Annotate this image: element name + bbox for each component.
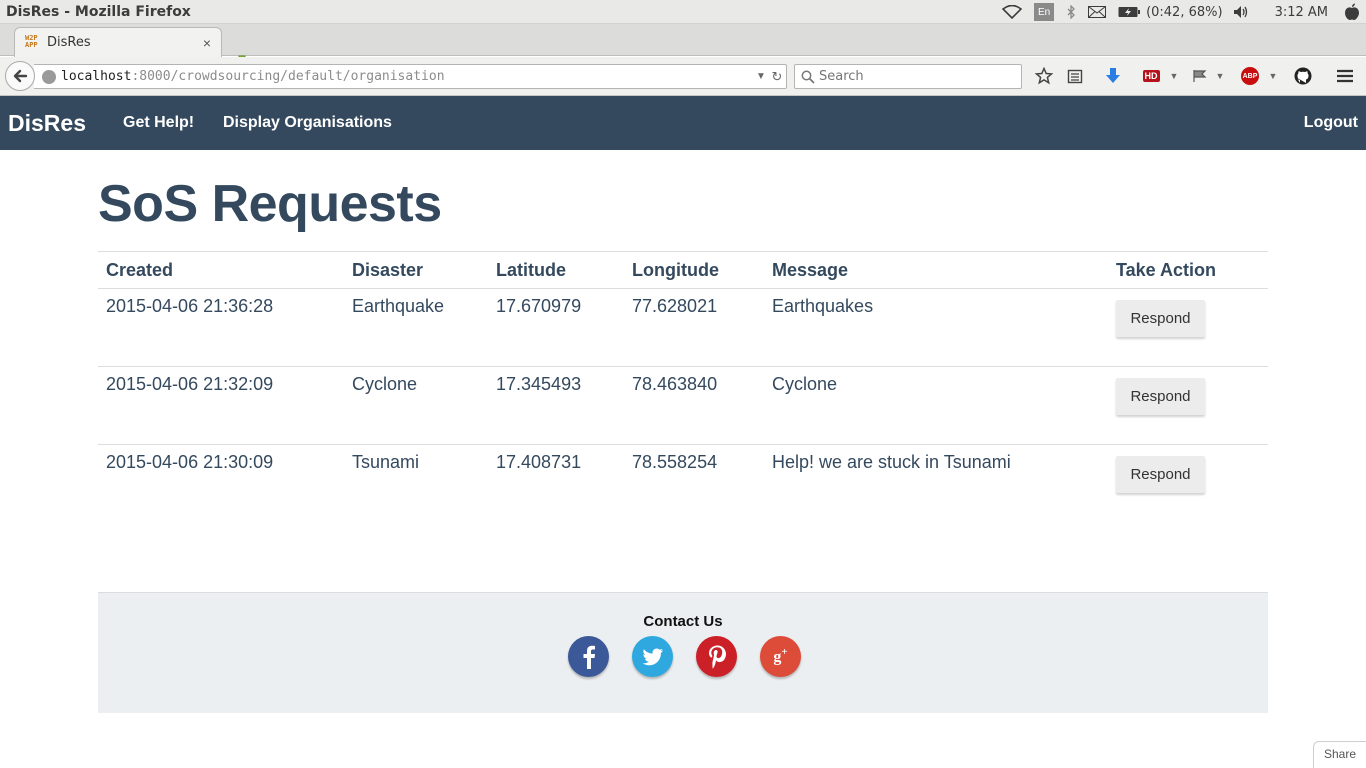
url-bar[interactable]: localhost:8000/crowdsourcing/default/org… <box>34 64 787 89</box>
flag-dropdown-icon[interactable]: ▼ <box>1210 66 1230 86</box>
column-header-created: Created <box>98 251 344 289</box>
url-text[interactable]: localhost:8000/crowdsourcing/default/org… <box>61 69 754 84</box>
cell-longitude: 77.628021 <box>624 288 764 367</box>
column-header-latitude: Latitude <box>488 251 624 289</box>
tab-disres[interactable]: W2P APP DisRes × <box>14 27 222 57</box>
battery-status: (0:42, 68%) <box>1146 4 1223 20</box>
cell-latitude: 17.670979 <box>488 288 624 367</box>
column-header-message: Message <box>764 251 1108 289</box>
page-title: SoS Requests <box>98 175 442 233</box>
navigation-toolbar: localhost:8000/crowdsourcing/default/org… <box>0 57 1366 96</box>
web2py-favicon-icon: W2P APP <box>25 33 38 49</box>
site-identity-icon[interactable] <box>42 69 56 84</box>
download-arrow-icon[interactable] <box>1103 66 1123 86</box>
search-input[interactable] <box>819 69 1009 84</box>
github-icon[interactable] <box>1293 66 1313 86</box>
hd-dropdown-icon[interactable]: ▼ <box>1164 66 1184 86</box>
cell-message: Earthquakes <box>764 288 1108 367</box>
contact-us-label: Contact Us <box>643 613 723 630</box>
system-menu-icon[interactable] <box>1344 0 1360 24</box>
volume-icon[interactable] <box>1233 0 1249 24</box>
logout-link[interactable]: Logout <box>1304 96 1358 150</box>
tab-title: DisRes <box>47 35 91 50</box>
app-navbar: DisRes Get Help! Display Organisations L… <box>0 96 1366 150</box>
back-button[interactable] <box>5 61 35 91</box>
search-bar[interactable] <box>794 64 1022 89</box>
cell-disaster: Earthquake <box>344 288 488 367</box>
cell-message: Cyclone <box>764 366 1108 445</box>
close-tab-icon[interactable]: × <box>199 35 215 51</box>
search-icon <box>801 70 815 84</box>
bookmark-star-icon[interactable] <box>1034 66 1054 86</box>
respond-button[interactable]: Respond <box>1116 378 1205 415</box>
twitter-icon[interactable] <box>632 636 673 677</box>
reading-list-icon[interactable] <box>1065 66 1085 86</box>
nav-display-organisations[interactable]: Display Organisations <box>223 96 392 150</box>
table-row: 2015-04-06 21:36:28 Earthquake 17.670979… <box>98 288 1268 367</box>
cell-action: Respond <box>1108 366 1268 445</box>
cell-message: Help! we are stuck in Tsunami <box>772 452 1011 472</box>
abp-icon[interactable]: ABP <box>1240 66 1260 86</box>
column-header-disaster: Disaster <box>344 251 488 289</box>
brand-link[interactable]: DisRes <box>8 96 86 150</box>
cell-disaster: Tsunami <box>352 452 420 472</box>
google-plus-glyph: g+ <box>773 646 788 666</box>
table-header-row: Created Disaster Latitude Longitude Mess… <box>98 251 1268 289</box>
reload-icon[interactable]: ↻ <box>768 69 786 85</box>
cell-latitude: 17.345493 <box>488 366 624 445</box>
window-title: DisRes - Mozilla Firefox <box>6 3 191 20</box>
table-row: 2015-04-06 21:32:09 Cyclone 17.345493 78… <box>98 366 1268 445</box>
column-header-take-action: Take Action <box>1108 251 1268 289</box>
cell-created: 2015-04-06 21:30:09 <box>106 452 274 472</box>
wifi-icon[interactable] <box>1002 0 1023 24</box>
cell-disaster: Cyclone <box>344 366 488 445</box>
column-header-longitude: Longitude <box>624 251 764 289</box>
sos-requests-table: Created Disaster Latitude Longitude Mess… <box>98 251 1268 523</box>
cell-created: 2015-04-06 21:36:28 <box>98 288 344 367</box>
bluetooth-icon[interactable] <box>1066 0 1076 24</box>
cell-created: 2015-04-06 21:32:09 <box>98 366 344 445</box>
clock[interactable]: 3:12 AM <box>1275 5 1328 20</box>
menu-icon[interactable] <box>1335 66 1355 86</box>
cell-latitude: 17.408731 <box>496 452 582 472</box>
cell-longitude: 78.558254 <box>632 452 718 472</box>
keyboard-layout-indicator[interactable]: En <box>1034 0 1055 24</box>
google-plus-icon[interactable]: g+ <box>760 636 801 677</box>
hd-icon[interactable]: HD <box>1141 66 1161 86</box>
os-top-bar: DisRes - Mozilla Firefox En (0:42, 68%) … <box>0 0 1366 24</box>
nav-get-help[interactable]: Get Help! <box>123 96 194 150</box>
cell-action: Respond <box>1108 445 1268 523</box>
battery-icon[interactable] <box>1118 0 1141 24</box>
os-indicators: En (0:42, 68%) 3:12 AM <box>996 0 1366 24</box>
abp-dropdown-icon[interactable]: ▼ <box>1263 66 1283 86</box>
respond-button[interactable]: Respond <box>1116 300 1205 337</box>
tab-strip: W2P APP DisRes × <box>0 24 1366 73</box>
respond-button[interactable]: Respond <box>1116 456 1205 493</box>
cell-action: Respond <box>1108 288 1268 367</box>
flag-icon[interactable] <box>1190 66 1210 86</box>
footer: Contact Us g+ <box>98 592 1268 713</box>
mail-icon[interactable] <box>1088 0 1107 24</box>
cell-longitude: 78.463840 <box>624 366 764 445</box>
share-button[interactable]: Share <box>1313 741 1366 768</box>
table-row: 2015-04-06 21:30:09 Tsunami 17.408731 78… <box>98 445 1268 523</box>
back-arrow-icon <box>13 69 28 83</box>
url-dropdown-icon[interactable]: ▼ <box>754 71 768 82</box>
pinterest-icon[interactable] <box>696 636 737 677</box>
facebook-icon[interactable] <box>568 636 609 677</box>
